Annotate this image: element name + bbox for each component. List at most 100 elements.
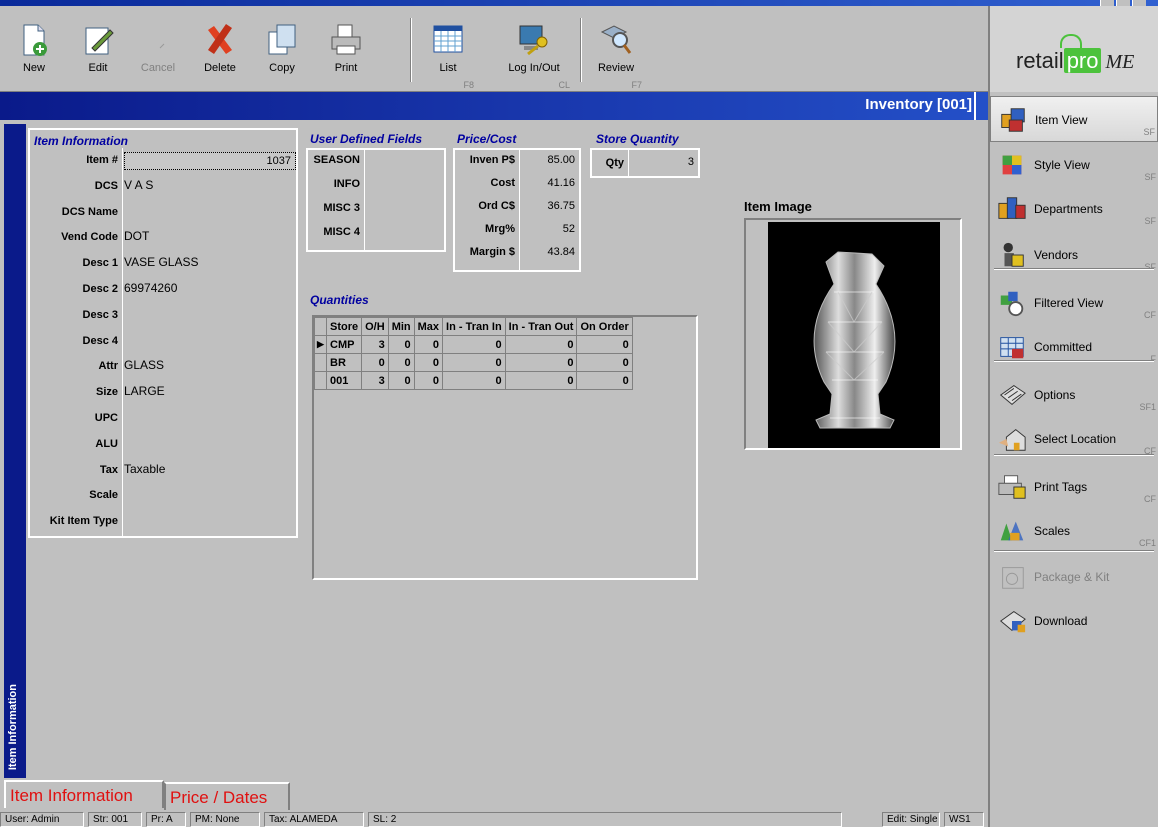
item-field-value-4[interactable]: VASE GLASS [124, 255, 294, 269]
udf-label-0: SEASON [313, 154, 360, 166]
list-button[interactable]: List F8 [418, 16, 478, 92]
new-label: New [22, 62, 45, 74]
sidebar-item-scales[interactable]: Scales CF1 [990, 508, 1158, 554]
copy-icon [268, 24, 296, 55]
row-indicator [314, 371, 327, 390]
cancel-label: Cancel [140, 62, 176, 74]
table-cell: 3 [361, 335, 389, 354]
sidebar-item-package-kit[interactable]: Package & Kit [990, 554, 1158, 600]
sidebar-item-departments[interactable]: Departments SF [990, 186, 1158, 232]
store-qty-title: Store Quantity [596, 132, 679, 146]
sidebar-item-vendors[interactable]: Vendors SF [990, 232, 1158, 278]
item-field-label-7: Desc 4 [82, 334, 118, 347]
sidebar-item-label: Item View [1035, 113, 1088, 127]
item-field-label-14: Kit Item Type [49, 515, 118, 528]
field-divider [519, 150, 520, 270]
status-store: Str: 001 [88, 812, 142, 827]
sidebar-item-committed[interactable]: Committed F [990, 324, 1158, 370]
column-header: O/H [361, 317, 389, 336]
status-pm: PM: None [190, 812, 260, 827]
tab-price-dates[interactable]: Price / Dates [164, 782, 290, 810]
item-field-value-3[interactable]: DOT [124, 229, 294, 243]
item-field-label-1: DCS [94, 179, 118, 192]
print-label: Print [334, 62, 358, 74]
status-edit-mode: Edit: Single [882, 812, 940, 827]
table-cell: 0 [387, 371, 415, 390]
toolbar: New Edit Cancel Delete Copy Print List F… [0, 6, 988, 92]
sidebar-item-shortcut: SF1 [1139, 402, 1156, 412]
quantities-grid[interactable]: Store O/H Min Max In - Tran In In - Tran Out O… [312, 315, 698, 580]
delete-button[interactable]: Delete [190, 16, 250, 92]
module-title: Inventory [001] [865, 96, 972, 113]
vendors-icon [1003, 242, 1024, 267]
price-label-3: Mrg% [485, 223, 515, 235]
sidebar-item-filtered-view[interactable]: Filtered View CF [990, 280, 1158, 326]
sidebar-item-label: Select Location [1034, 432, 1117, 446]
delete-x-icon [208, 24, 232, 54]
tab-item-information[interactable]: Item Information [4, 780, 164, 808]
download-icon [999, 611, 1026, 633]
new-button[interactable]: New [4, 16, 64, 92]
toolbar-separator [580, 18, 582, 82]
sidebar-item-options[interactable]: Options SF1 [990, 372, 1158, 418]
cancel-icon [159, 43, 165, 49]
item-field-label-3: Vend Code [61, 231, 118, 244]
status-workstation: WS1 [944, 812, 984, 827]
price-value-4: 43.84 [547, 246, 575, 258]
sidebar-item-style-view[interactable]: Style View SF [990, 142, 1158, 188]
vertical-tab-item-information[interactable]: Item Information [4, 124, 26, 778]
column-header: In - Tran In [442, 317, 506, 336]
logo-text: retail pro ME [1016, 48, 1135, 73]
price-label-2: Ord C$ [478, 200, 515, 212]
table-row[interactable]: BR 0 0 0 0 0 0 [314, 353, 633, 372]
column-header: Store [325, 317, 363, 336]
price-value-1: 41.16 [547, 177, 575, 189]
item-field-value-1[interactable]: V A S [124, 178, 294, 192]
item-field-label-8: Attr [98, 360, 118, 373]
sidebar-item-label: Style View [1034, 158, 1090, 172]
list-shortcut: F8 [463, 80, 474, 90]
item-field-value-12[interactable]: Taxable [124, 462, 294, 476]
table-cell: 0 [576, 371, 633, 390]
table-cell: 0 [504, 371, 578, 390]
field-divider [628, 150, 629, 176]
user-defined-fields-panel: SEASON INFO MISC 3 MISC 4 [306, 148, 446, 252]
indicator-header [314, 317, 327, 336]
style-view-icon [1002, 155, 1022, 175]
inventory-window: New Edit Cancel Delete Copy Print List F… [0, 0, 1158, 827]
price-cost-panel: Inven P$ 85.00 Cost 41.16 Ord C$ 36.75 Mrg% 52 M… [453, 148, 581, 272]
sidebar-item-label: Committed [1034, 340, 1093, 354]
sidebar-item-label: Departments [1034, 202, 1103, 216]
item-number-field[interactable]: 1037 [124, 152, 296, 170]
new-document-icon [23, 24, 47, 56]
edit-button[interactable]: Edit [68, 16, 128, 92]
table-cell: BR [325, 353, 363, 372]
sidebar-separator [994, 360, 1154, 362]
print-button[interactable]: Print [316, 16, 376, 92]
sidebar-item-download[interactable]: Download [990, 598, 1158, 644]
column-header: Min [387, 317, 415, 336]
review-button[interactable]: Review F7 [586, 16, 646, 92]
sidebar-item-item-view[interactable]: Item View SF [990, 96, 1158, 142]
item-image-frame [744, 218, 962, 450]
row-indicator [314, 353, 327, 372]
item-field-value-5[interactable]: 69974260 [124, 281, 294, 295]
status-user: User: Admin [0, 812, 84, 827]
tab-label: Item Information [10, 786, 133, 805]
table-row[interactable]: ▶ CMP 3 0 0 0 0 0 [314, 335, 633, 354]
table-cell: 0 [413, 371, 444, 390]
log-in-out-button[interactable]: Log In/Out CL [494, 16, 574, 92]
udf-label-2: MISC 3 [323, 202, 360, 214]
item-photo [768, 222, 940, 448]
table-cell: 0 [442, 353, 506, 372]
table-row[interactable]: 001 3 0 0 0 0 0 [314, 371, 633, 390]
sidebar-item-label: Download [1034, 614, 1088, 628]
item-field-value-9[interactable]: LARGE [124, 384, 294, 398]
copy-button[interactable]: Copy [252, 16, 312, 92]
sidebar-item-label: Print Tags [1034, 480, 1088, 494]
price-label-1: Cost [490, 177, 515, 189]
item-field-value-8[interactable]: GLASS [124, 358, 294, 372]
sidebar-item-print-tags[interactable]: Print Tags CF [990, 464, 1158, 510]
options-icon [999, 385, 1026, 405]
cancel-button[interactable]: Cancel [128, 16, 188, 92]
